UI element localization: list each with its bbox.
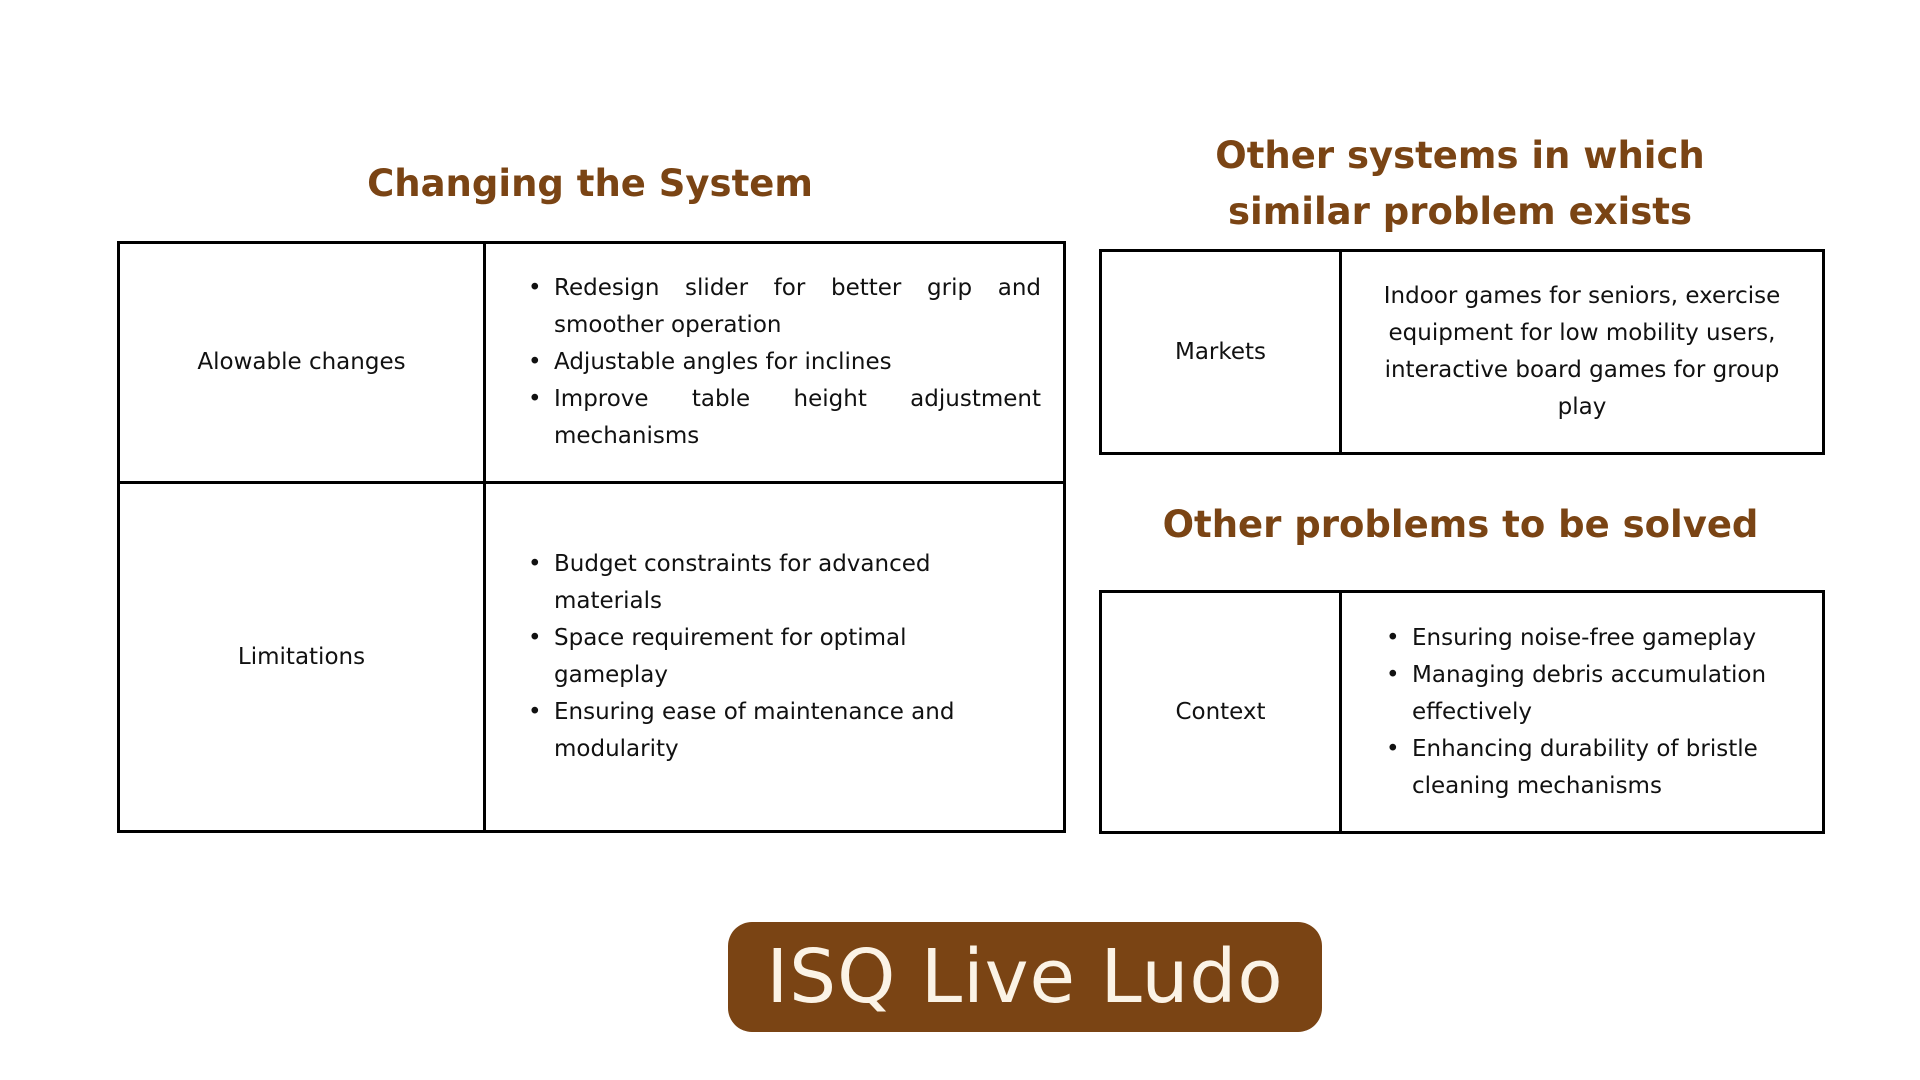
brand-banner: ISQ Live Ludo xyxy=(728,922,1322,1032)
list-item: Redesign slider for better grip and smoo… xyxy=(528,270,1041,344)
other-problems-heading: Other problems to be solved xyxy=(1162,503,1759,546)
table-row-markets: Markets Indoor games for seniors, exerci… xyxy=(1099,249,1825,455)
list-item: Space requirement for optimal gameplay xyxy=(528,620,994,694)
table-row-context: Context Ensuring noise-free gameplay Man… xyxy=(1099,590,1825,834)
allowable-changes-label: Alowable changes xyxy=(117,241,486,484)
allowable-changes-list: Redesign slider for better grip and smoo… xyxy=(526,270,1041,455)
other-systems-table: Markets Indoor games for seniors, exerci… xyxy=(1099,249,1825,455)
list-item: Ensuring noise-free gameplay xyxy=(1386,620,1812,657)
list-item: Enhancing durability of bristle cleaning… xyxy=(1386,731,1812,805)
list-item: Budget constraints for advanced material… xyxy=(528,546,994,620)
other-problems-table: Context Ensuring noise-free gameplay Man… xyxy=(1099,590,1825,834)
table-row-allowable-changes: Alowable changes Redesign slider for bet… xyxy=(117,241,1066,484)
context-list-cell: Ensuring noise-free gameplay Managing de… xyxy=(1339,590,1825,834)
context-list: Ensuring noise-free gameplay Managing de… xyxy=(1384,620,1812,805)
markets-text: Indoor games for seniors, exercise equip… xyxy=(1339,249,1825,455)
limitations-label: Limitations xyxy=(117,481,486,833)
list-item: Adjustable angles for inclines xyxy=(528,344,1041,381)
markets-label: Markets xyxy=(1099,249,1342,455)
context-label: Context xyxy=(1099,590,1342,834)
list-item: Ensuring ease of maintenance and modular… xyxy=(528,694,994,768)
table-row-limitations: Limitations Budget constraints for advan… xyxy=(117,481,1066,833)
changing-system-heading: Changing the System xyxy=(367,162,813,205)
limitations-list-cell: Budget constraints for advanced material… xyxy=(483,481,1066,833)
brand-name: ISQ Live Ludo xyxy=(766,934,1284,1020)
changing-system-table: Alowable changes Redesign slider for bet… xyxy=(117,241,1066,833)
other-systems-heading: Other systems in which similar problem e… xyxy=(1215,134,1705,233)
list-item: Managing debris accumulation effectively xyxy=(1386,657,1812,731)
list-item: Improve table height adjustment mechanis… xyxy=(528,381,1041,455)
allowable-changes-list-cell: Redesign slider for better grip and smoo… xyxy=(483,241,1066,484)
limitations-list: Budget constraints for advanced material… xyxy=(526,546,994,768)
